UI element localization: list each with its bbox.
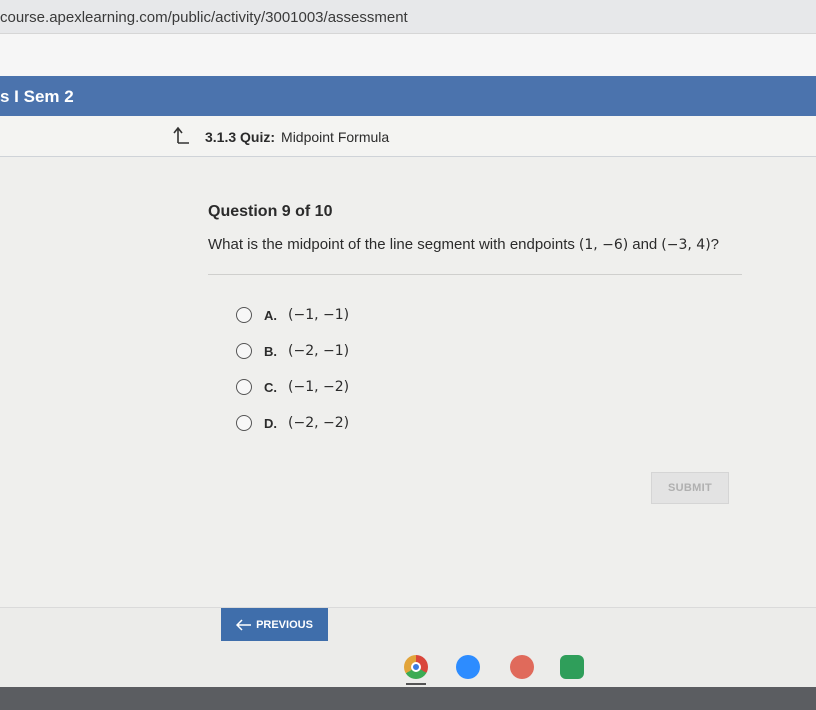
chrome-icon[interactable]: [404, 655, 428, 679]
active-app-indicator: [406, 683, 426, 685]
option-letter: B.: [264, 343, 277, 359]
url-text[interactable]: course.apexlearning.com/public/activity/…: [0, 9, 408, 26]
option-value: (−2, −1): [288, 343, 350, 359]
answer-option-d[interactable]: D. (−2, −2): [236, 412, 349, 434]
endpoint-1: (1, −6): [578, 237, 629, 253]
endpoint-2: (−3, 4): [661, 237, 711, 253]
option-value: (−2, −2): [288, 415, 350, 431]
classroom-icon[interactable]: [560, 655, 584, 679]
question-prompt: What is the midpoint of the line segment…: [208, 236, 719, 253]
os-taskbar: [0, 643, 816, 687]
option-letter: D.: [264, 415, 277, 431]
answer-option-c[interactable]: C. (−1, −2): [236, 376, 349, 398]
radio-button[interactable]: [236, 379, 252, 395]
browser-bookmarks-area: [0, 34, 816, 76]
option-value: (−1, −2): [288, 379, 350, 395]
radio-button[interactable]: [236, 307, 252, 323]
question-panel: Question 9 of 10 What is the midpoint of…: [0, 157, 816, 607]
quiz-title: 3.1.3 Quiz: Midpoint Formula: [205, 129, 389, 145]
submit-button[interactable]: SUBMIT: [651, 472, 729, 504]
option-letter: A.: [264, 307, 277, 323]
screen-bezel: [0, 687, 816, 710]
question-number: Question 9 of 10: [208, 203, 333, 220]
prompt-end: ?: [710, 236, 719, 253]
quiz-header: 3.1.3 Quiz: Midpoint Formula: [0, 116, 816, 157]
course-title: s I Sem 2: [0, 87, 74, 106]
zoom-icon[interactable]: [456, 655, 480, 679]
app-icon[interactable]: [510, 655, 534, 679]
quiz-code: 3.1.3 Quiz:: [205, 129, 276, 145]
prompt-and: and: [632, 236, 658, 253]
arrow-left-icon: [236, 618, 252, 631]
course-header: s I Sem 2: [0, 76, 816, 116]
answer-option-b[interactable]: B. (−2, −1): [236, 340, 349, 362]
divider: [208, 274, 742, 275]
back-arrow-icon[interactable]: [173, 125, 191, 145]
address-bar[interactable]: course.apexlearning.com/public/activity/…: [0, 0, 816, 34]
radio-button[interactable]: [236, 415, 252, 431]
radio-button[interactable]: [236, 343, 252, 359]
option-value: (−1, −1): [288, 307, 350, 323]
quiz-name: Midpoint Formula: [281, 129, 390, 145]
option-letter: C.: [264, 379, 277, 395]
previous-label: PREVIOUS: [256, 618, 313, 631]
answer-option-a[interactable]: A. (−1, −1): [236, 304, 349, 326]
previous-button[interactable]: PREVIOUS: [221, 608, 328, 641]
prompt-text: What is the midpoint of the line segment…: [208, 236, 575, 253]
